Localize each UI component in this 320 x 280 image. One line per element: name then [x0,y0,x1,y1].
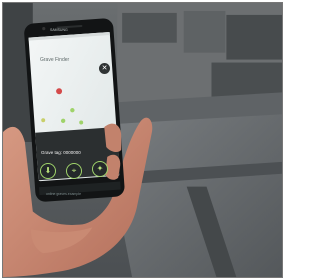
tag-button[interactable]: ✦ [92,161,108,177]
grave-marker [226,14,282,60]
app-title: Grave Finder [40,57,70,63]
grave-tag-caption: Grave tag: 0000000 [41,150,81,155]
close-glyph: ✕ [101,64,108,72]
download-button[interactable]: ⬇ [40,163,56,179]
photo-frame: SAMSUNG Grave Finder ✕ Grave tag: 000000… [2,2,283,278]
photo-scene [3,3,282,277]
location-icon: ⌖ [71,166,77,175]
grave-marker [122,12,177,43]
tag-icon: ✦ [96,164,104,173]
close-icon[interactable]: ✕ [99,63,110,74]
locate-button[interactable]: ⌖ [66,163,82,179]
grave-marker [183,10,226,53]
phone-brand: SAMSUNG [50,28,68,32]
download-icon: ⬇ [44,166,52,175]
bottom-link[interactable]: online.graves.example [46,192,81,197]
